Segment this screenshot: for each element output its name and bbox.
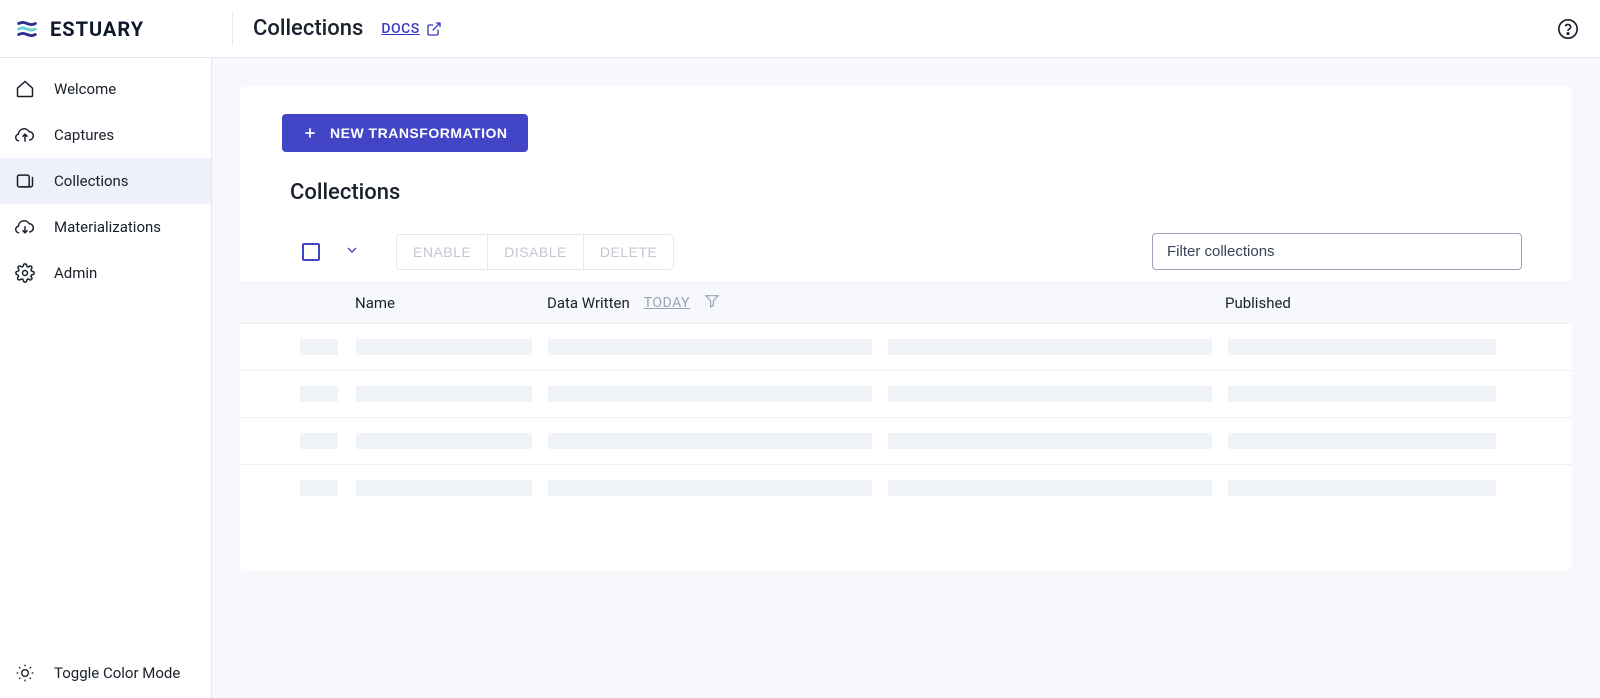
new-transformation-label: NEW TRANSFORMATION	[330, 125, 508, 141]
table-row	[240, 465, 1572, 511]
skeleton-placeholder	[300, 339, 338, 355]
skeleton-placeholder	[548, 433, 872, 449]
gear-icon	[14, 262, 36, 284]
skeleton-placeholder	[300, 480, 338, 496]
database-icon	[14, 170, 36, 192]
help-button[interactable]	[1552, 13, 1584, 45]
column-published[interactable]: Published	[1225, 294, 1425, 312]
bulk-actions: ENABLE DISABLE DELETE	[396, 234, 674, 270]
skeleton-placeholder	[888, 386, 1212, 402]
help-icon	[1557, 18, 1579, 40]
docs-link-label: DOCS	[381, 21, 419, 37]
select-dropdown[interactable]	[344, 242, 360, 262]
skeleton-placeholder	[548, 386, 872, 402]
skeleton-placeholder	[888, 339, 1212, 355]
topbar: ESTUARY Collections DOCS	[0, 0, 1600, 58]
column-name[interactable]: Name	[355, 294, 547, 312]
select-all-checkbox[interactable]	[302, 243, 320, 261]
today-filter[interactable]: TODAY	[644, 295, 690, 311]
sidebar-item-label: Admin	[54, 264, 97, 282]
toolbar: ENABLE DISABLE DELETE	[240, 233, 1572, 282]
skeleton-placeholder	[1228, 433, 1496, 449]
skeleton-placeholder	[548, 480, 872, 496]
skeleton-placeholder	[356, 433, 532, 449]
toggle-color-mode[interactable]: Toggle Color Mode	[0, 648, 211, 698]
sidebar-item-label: Welcome	[54, 80, 116, 98]
brand-logo[interactable]: ESTUARY	[16, 17, 212, 41]
section-title: Collections	[290, 180, 1572, 205]
filter-icon[interactable]	[704, 293, 720, 313]
disable-button[interactable]: DISABLE	[487, 235, 583, 269]
collections-card: NEW TRANSFORMATION Collections ENABLE DI…	[240, 86, 1572, 571]
enable-button[interactable]: ENABLE	[397, 235, 487, 269]
skeleton-placeholder	[300, 386, 338, 402]
sun-icon	[14, 662, 36, 684]
column-data-written: Data Written TODAY	[547, 293, 887, 313]
new-transformation-button[interactable]: NEW TRANSFORMATION	[282, 114, 528, 152]
filter-input[interactable]	[1152, 233, 1522, 270]
table-header: Name Data Written TODAY Published	[240, 282, 1572, 324]
skeleton-placeholder	[1228, 386, 1496, 402]
skeleton-placeholder	[356, 386, 532, 402]
sidebar: Welcome Captures Collections	[0, 58, 212, 698]
skeleton-placeholder	[356, 339, 532, 355]
delete-button[interactable]: DELETE	[583, 235, 673, 269]
page-title: Collections	[253, 16, 363, 41]
table-row	[240, 324, 1572, 371]
sidebar-item-collections[interactable]: Collections	[0, 158, 211, 204]
home-icon	[14, 78, 36, 100]
sidebar-item-materializations[interactable]: Materializations	[0, 204, 211, 250]
cloud-download-icon	[14, 216, 36, 238]
skeleton-placeholder	[1228, 339, 1496, 355]
skeleton-placeholder	[356, 480, 532, 496]
external-link-icon	[426, 21, 442, 37]
sidebar-item-welcome[interactable]: Welcome	[0, 66, 211, 112]
skeleton-placeholder	[548, 339, 872, 355]
column-data-written-label[interactable]: Data Written	[547, 294, 630, 312]
chevron-down-icon	[344, 242, 360, 258]
estuary-logo-icon	[16, 18, 38, 40]
sidebar-item-label: Materializations	[54, 218, 161, 236]
skeleton-placeholder	[888, 433, 1212, 449]
cloud-upload-icon	[14, 124, 36, 146]
sidebar-item-captures[interactable]: Captures	[0, 112, 211, 158]
skeleton-placeholder	[300, 433, 338, 449]
sidebar-item-label: Captures	[54, 126, 114, 144]
plus-icon	[302, 125, 318, 141]
skeleton-placeholder	[888, 480, 1212, 496]
toggle-color-label: Toggle Color Mode	[54, 664, 180, 682]
content-area: NEW TRANSFORMATION Collections ENABLE DI…	[212, 58, 1600, 698]
sidebar-item-label: Collections	[54, 172, 129, 190]
table-row	[240, 371, 1572, 418]
table-row	[240, 418, 1572, 465]
sidebar-item-admin[interactable]: Admin	[0, 250, 211, 296]
topbar-divider	[232, 13, 233, 45]
skeleton-placeholder	[1228, 480, 1496, 496]
brand-text: ESTUARY	[50, 17, 144, 41]
docs-link[interactable]: DOCS	[381, 21, 441, 37]
